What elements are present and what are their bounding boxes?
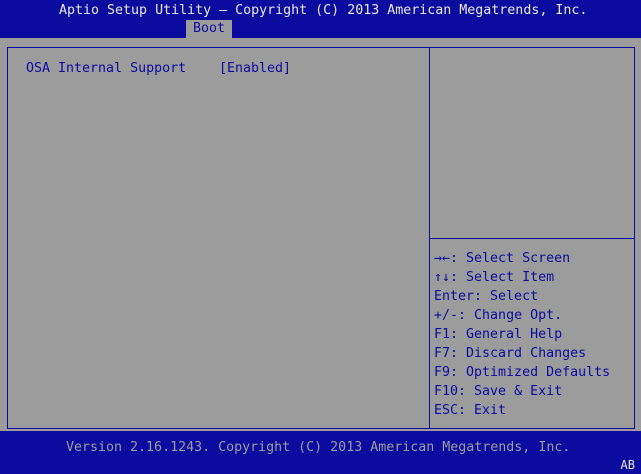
help-item: Enter: Select	[434, 289, 539, 304]
header-bar: Aptio Setup Utility – Copyright (C) 2013…	[0, 0, 641, 38]
footer-bar: Version 2.16.1243. Copyright (C) 2013 Am…	[0, 431, 641, 474]
tab-boot[interactable]: Boot	[186, 20, 232, 38]
indicator: AB	[620, 458, 635, 472]
help-item: F1: General Help	[434, 327, 563, 342]
help-divider	[430, 238, 634, 239]
help-item: ESC: Exit	[434, 403, 507, 418]
main-panel: OSA Internal Support [Enabled] →←: Selec…	[7, 47, 635, 429]
help-item: F7: Discard Changes	[434, 346, 587, 361]
help-item: +/-: Change Opt.	[434, 308, 563, 323]
help-item: ↑↓: Select Item	[434, 270, 555, 285]
option-osa-internal-support-value[interactable]: [Enabled]	[219, 61, 291, 76]
option-osa-internal-support-label[interactable]: OSA Internal Support	[26, 61, 186, 76]
version-text: Version 2.16.1243. Copyright (C) 2013 Am…	[66, 440, 571, 455]
help-item: →←: Select Screen	[434, 251, 571, 266]
help-list: →←: Select Screen ↑↓: Select Item Enter:…	[434, 249, 610, 420]
help-item: F9: Optimized Defaults	[434, 365, 611, 380]
app-title: Aptio Setup Utility – Copyright (C) 2013…	[59, 3, 588, 18]
help-item: F10: Save & Exit	[434, 384, 563, 399]
